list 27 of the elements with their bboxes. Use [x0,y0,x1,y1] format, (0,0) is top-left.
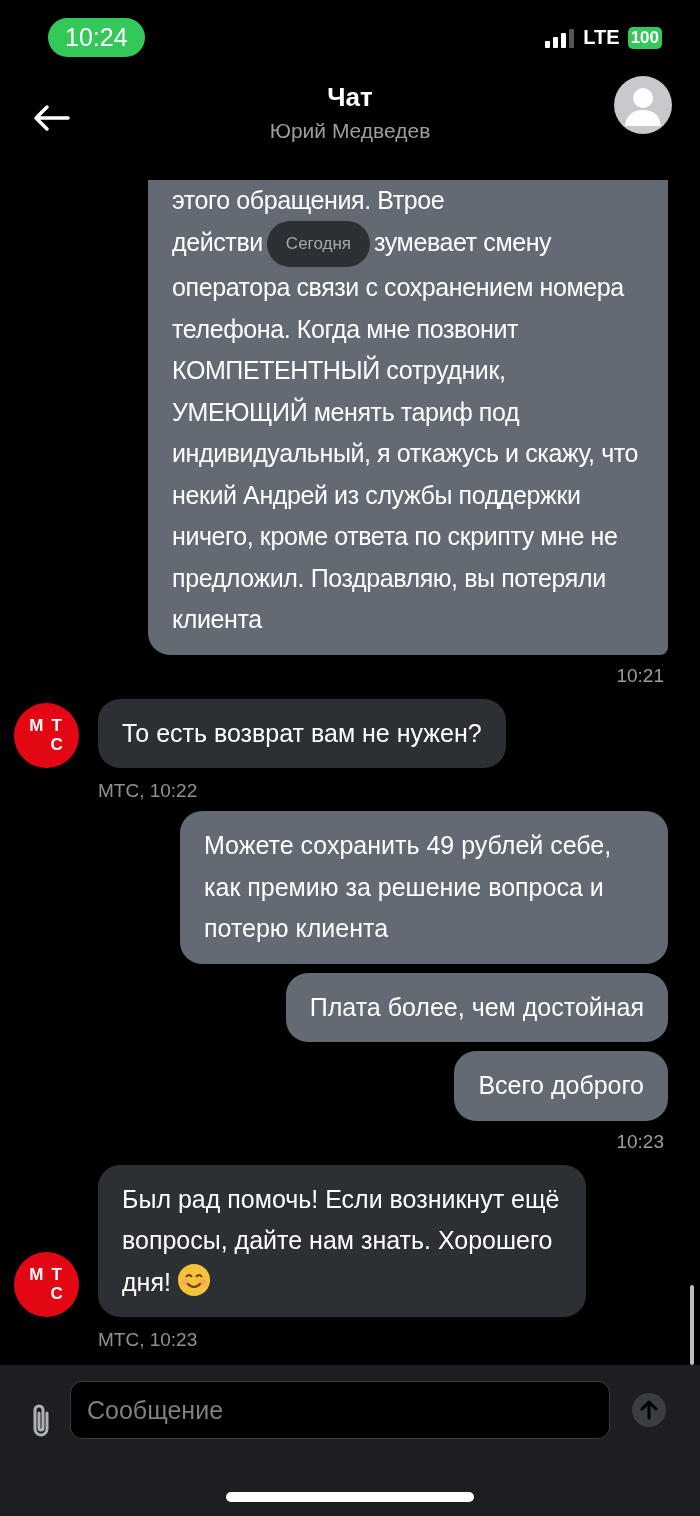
date-chip: Сегодня [266,221,370,267]
message-text: этого обращения. Втрое [172,184,446,216]
avatar-icon[interactable] [614,75,672,134]
smiling-face-icon [176,1262,211,1297]
operator-logo: М Т С [14,703,79,768]
outgoing-message: Всего доброго [454,1051,668,1121]
battery-level: 100 [627,26,662,49]
message-text: оператора связи с сохранением номера телефона. Когда мне позвонит КОМПЕТЕНТНЫЙ сотрудник, УМЕЮЩИЙ менять тариф под индивидуальный, я откажусь и скажу, что некий Андрей из службы поддержки ничего, кроме ответа по скрипту мне не предложил. Поздравляю, вы потеряли клиента [172,273,639,633]
message-text: действи [172,227,263,256]
sender-time: МТС, 10:22 [98,780,199,802]
incoming-message: То есть возврат вам не нужен? [98,698,506,768]
incoming-message: Был рад помочь! Если возникнут ещё вопросы, дайте нам знать. Хорошего дня! [98,1164,586,1317]
message-text: зумевает смену [374,227,552,256]
message-time: 10:23 [616,1130,664,1153]
contact-name: Юрий Медведев [269,119,431,143]
message-input[interactable]: Сообщение [70,1381,610,1439]
status-time: 10:24 [48,18,145,57]
message-time: 10:21 [616,664,664,687]
arrow-up-icon [640,1400,658,1420]
back-button[interactable] [32,103,70,132]
signal-icon [545,27,576,48]
network-type: LTE [583,26,620,49]
outgoing-message: Плата более, чем достойная [285,972,668,1042]
operator-logo: М Т С [14,1252,79,1317]
chat-title: Чат [327,82,373,113]
outgoing-message: Можете сохранить 49 рублей себе, как премию за решение вопроса и потерю клиента [180,811,668,964]
sender-time: МТС, 10:23 [98,1329,199,1351]
